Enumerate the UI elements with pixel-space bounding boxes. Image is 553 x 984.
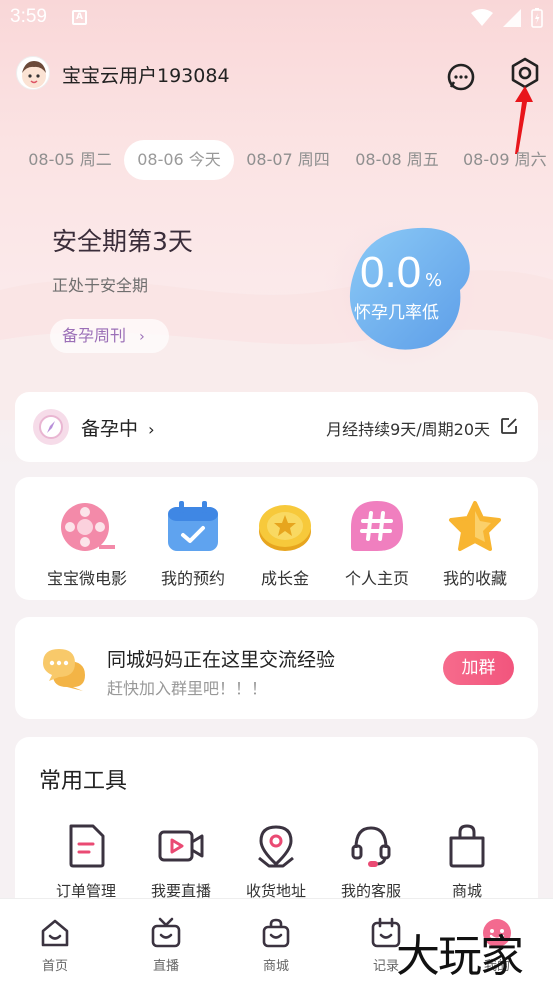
- date-item[interactable]: 08-08 周五: [345, 140, 449, 180]
- probability-unit: %: [425, 270, 443, 291]
- compass-badge-icon: [33, 409, 69, 445]
- document-icon: [69, 824, 105, 868]
- tool-service[interactable]: 我的客服: [321, 824, 421, 901]
- period-subtitle: 正处于安全期: [52, 276, 149, 295]
- battery-icon: [531, 8, 543, 28]
- settings-gear-icon[interactable]: [508, 56, 542, 90]
- shortcut-favorites[interactable]: 我的收藏: [425, 499, 525, 589]
- shortcut-label: 宝宝微电影: [46, 569, 127, 588]
- mode-label[interactable]: 备孕中 ›: [81, 414, 154, 441]
- system-status-bar: 3:59 A: [0, 0, 553, 38]
- tool-orders[interactable]: 订单管理: [36, 824, 136, 901]
- join-group-card[interactable]: 同城妈妈正在这里交流经验 赶快加入群里吧！！！ 加群: [15, 617, 538, 719]
- watermark-text: 大玩家: [396, 931, 524, 982]
- location-pin-icon: [258, 825, 294, 868]
- date-strip: 08-05 周二 08-06 今天 08-07 周四 08-08 周五 08-0…: [0, 140, 553, 184]
- headset-icon: [351, 826, 391, 867]
- tab-mall[interactable]: 商城: [236, 917, 316, 974]
- tab-label: 首页: [41, 959, 68, 974]
- signal-icon: [503, 9, 521, 27]
- shortcut-appointments[interactable]: 我的预约: [143, 499, 243, 589]
- home-icon: [41, 919, 69, 947]
- tool-address[interactable]: 收货地址: [226, 824, 326, 901]
- avatar[interactable]: [16, 56, 50, 90]
- status-time: 3:59: [10, 6, 47, 27]
- tool-live[interactable]: 我要直播: [131, 824, 231, 901]
- edit-icon[interactable]: [500, 417, 518, 435]
- shortcut-label: 个人主页: [344, 569, 409, 588]
- star-icon: [449, 501, 501, 551]
- shopping-bag-icon: [449, 824, 485, 868]
- gold-coin-icon: [259, 505, 311, 551]
- wifi-icon: [471, 9, 493, 26]
- tab-live[interactable]: 直播: [126, 917, 206, 974]
- date-item[interactable]: 08-07 周四: [236, 140, 340, 180]
- message-icon[interactable]: [446, 62, 476, 92]
- chevron-right-icon: ›: [148, 420, 155, 439]
- tab-home[interactable]: 首页: [15, 917, 95, 974]
- film-reel-icon: [61, 503, 115, 551]
- period-title: 安全期第3天: [52, 227, 193, 256]
- shortcut-label: 我的收藏: [442, 569, 507, 588]
- tab-label: 直播: [152, 959, 179, 974]
- shortcut-growth-gold[interactable]: 成长金: [235, 499, 335, 589]
- shortcut-baby-film[interactable]: 宝宝微电影: [37, 499, 137, 589]
- join-group-button[interactable]: 加群: [443, 651, 514, 685]
- date-item-today[interactable]: 08-06 今天: [124, 140, 234, 180]
- shortcut-homepage[interactable]: 个人主页: [327, 499, 427, 589]
- group-title: 同城妈妈正在这里交流经验: [107, 649, 336, 671]
- calendar-check-icon: [168, 501, 218, 551]
- hashtag-bubble-icon: [351, 501, 403, 551]
- shortcut-label: 成长金: [260, 569, 309, 588]
- weekly-magazine-button[interactable]: 备孕周刊 ›: [50, 319, 169, 353]
- date-item[interactable]: 08-09 周六: [455, 140, 553, 180]
- profile-header: 宝宝云用户193084: [0, 52, 553, 96]
- tab-label: 商城: [262, 959, 289, 974]
- baby-avatar-icon: [22, 61, 46, 88]
- shortcuts-card: 宝宝微电影 我的预约 成长金 个人主页 我的收藏: [15, 477, 538, 600]
- probability-label: 怀孕几率低: [354, 303, 439, 323]
- date-item[interactable]: 08-05 周二: [18, 140, 122, 180]
- group-subtitle: 赶快加入群里吧！！！: [107, 679, 268, 698]
- tool-mall[interactable]: 商城: [417, 824, 517, 901]
- probability-value: 0.0: [360, 248, 422, 297]
- status-icons: [471, 8, 543, 28]
- status-card[interactable]: 备孕中 › 月经持续9天/周期20天: [15, 392, 538, 462]
- chevron-right-icon: ›: [139, 329, 145, 345]
- mode-text: 备孕中: [81, 418, 139, 440]
- cycle-info: 月经持续9天/周期20天: [326, 420, 490, 439]
- notification-a-icon: A: [72, 10, 87, 25]
- shortcut-label: 我的预约: [160, 569, 225, 588]
- tv-icon: [151, 917, 181, 948]
- chat-bubbles-icon: [43, 649, 85, 691]
- video-camera-icon: [158, 830, 204, 862]
- bag-icon: [262, 918, 290, 948]
- username[interactable]: 宝宝云用户193084: [62, 61, 230, 88]
- weekly-label: 备孕周刊: [62, 326, 127, 345]
- tools-title: 常用工具: [39, 769, 128, 794]
